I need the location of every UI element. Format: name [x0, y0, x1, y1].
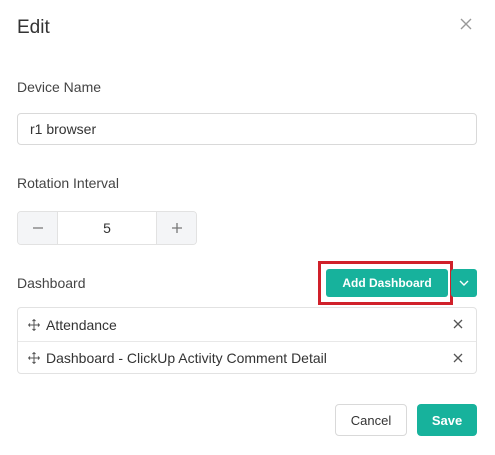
rotation-interval-input[interactable]: [58, 212, 156, 244]
edit-dialog: Edit Device Name Rotation Interval Dashb…: [0, 0, 495, 455]
increment-button[interactable]: [156, 212, 196, 244]
remove-icon[interactable]: [452, 318, 464, 330]
chevron-down-icon: [459, 280, 469, 286]
rotation-interval-label: Rotation Interval: [17, 175, 119, 191]
plus-icon: [171, 223, 182, 233]
dashboard-label: Dashboard: [17, 275, 86, 291]
device-name-label: Device Name: [17, 79, 102, 95]
save-button[interactable]: Save: [417, 404, 477, 436]
list-item[interactable]: Dashboard - ClickUp Activity Comment Det…: [18, 341, 476, 374]
dashboard-item-label: Dashboard - ClickUp Activity Comment Det…: [46, 350, 327, 366]
device-name-input[interactable]: [17, 113, 477, 145]
add-dashboard-dropdown[interactable]: [451, 269, 477, 297]
dashboard-list: Attendance Dashboard - ClickUp Activity …: [17, 307, 477, 374]
dashboard-item-label: Attendance: [46, 316, 117, 333]
rotation-interval-stepper: [17, 211, 197, 245]
decrement-button[interactable]: [18, 212, 58, 244]
drag-handle-icon[interactable]: [28, 318, 40, 331]
cancel-button[interactable]: Cancel: [335, 404, 407, 436]
drag-handle-icon[interactable]: [28, 352, 40, 364]
close-icon[interactable]: [459, 17, 477, 35]
add-dashboard-button[interactable]: Add Dashboard: [326, 269, 448, 297]
minus-icon: [32, 227, 43, 229]
remove-icon[interactable]: [452, 352, 464, 364]
list-item[interactable]: Attendance: [18, 308, 476, 341]
dialog-title: Edit: [17, 17, 50, 38]
